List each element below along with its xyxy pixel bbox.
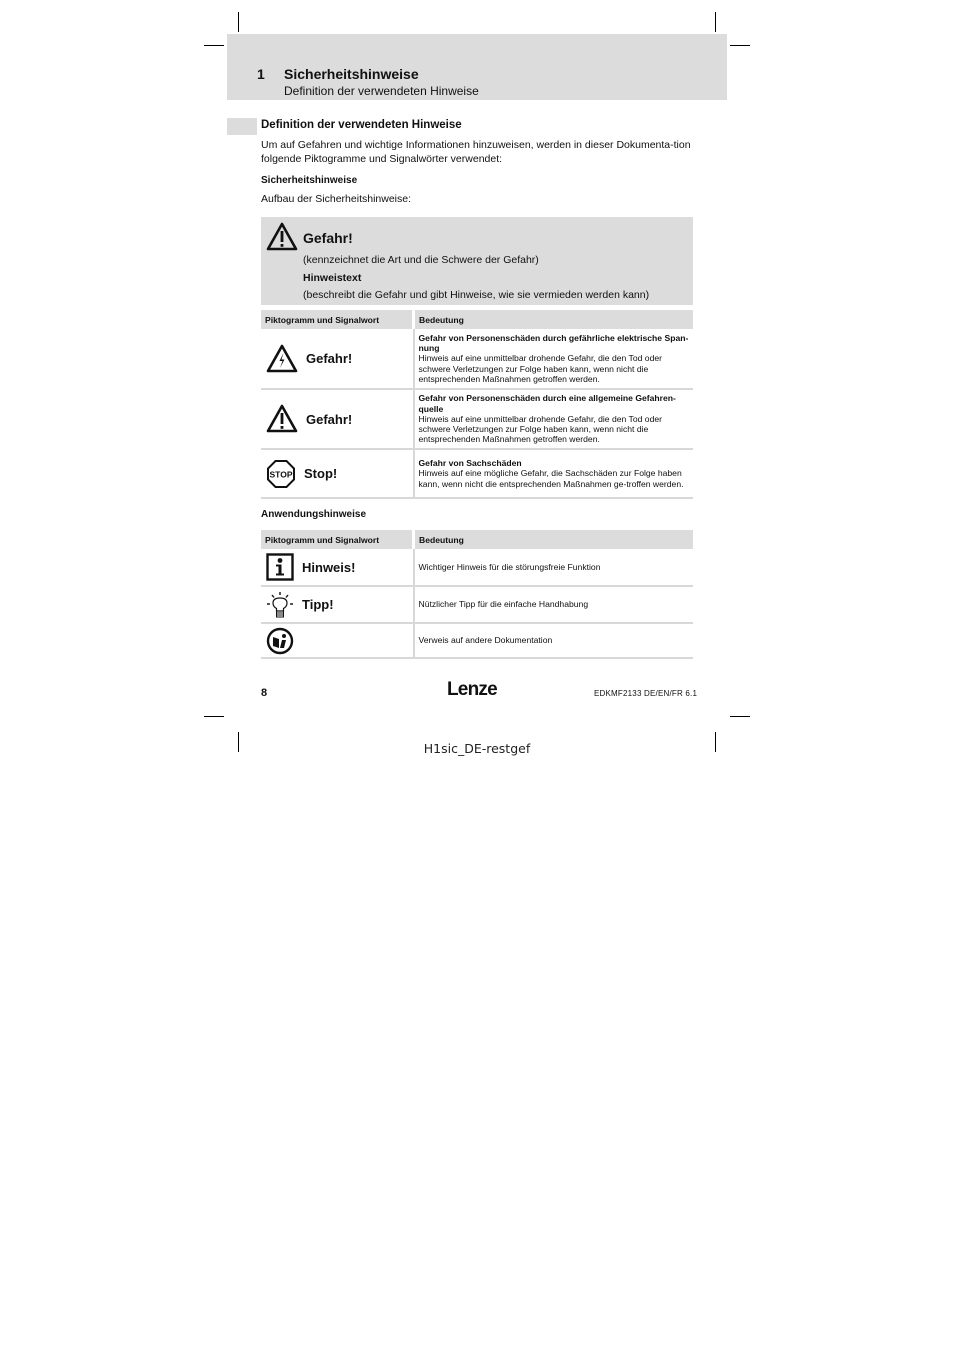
crop-mark bbox=[715, 12, 716, 32]
crop-mark bbox=[730, 45, 750, 46]
note-text-description: (beschreibt die Gefahr und gibt Hinweise… bbox=[303, 289, 650, 301]
document-id: EDKMF2133 DE/EN/FR 6.1 bbox=[594, 689, 698, 698]
hazard-description: Hinweis auf eine mögliche Gefahr, die Sa… bbox=[418, 468, 684, 489]
safety-note-template: Gefahr! (kennzeichnet die Art und die Sc… bbox=[261, 217, 693, 305]
note-description: Verweis auf andere Dokumentation bbox=[413, 623, 693, 659]
table-row: STOP Stop! Gefahr von Sachschäden Hinwei… bbox=[261, 449, 693, 499]
note-description: Wichtiger Hinweis für die störungsfreie … bbox=[413, 549, 693, 587]
column-header: Piktogramm und Signalwort bbox=[261, 310, 415, 329]
table-row: Gefahr! Gefahr von Personenschäden durch… bbox=[261, 329, 693, 390]
chapter-title: Sicherheitshinweise bbox=[284, 66, 419, 82]
stop-sign-text: STOP bbox=[270, 469, 293, 479]
table-row: Hinweis! Wichtiger Hinweis für die störu… bbox=[261, 549, 693, 587]
safety-heading: Sicherheitshinweise bbox=[261, 175, 358, 186]
section-title: Definition der verwendeten Hinweise bbox=[261, 119, 462, 131]
safety-notes-table: Piktogramm und Signalwort Bedeutung Gefa… bbox=[261, 310, 693, 499]
signal-word: Hinweis! bbox=[302, 559, 356, 575]
column-header: Bedeutung bbox=[413, 530, 693, 549]
crop-mark bbox=[204, 716, 224, 717]
application-notes-table: Piktogramm und Signalwort Bedeutung Hinw… bbox=[261, 530, 693, 659]
application-heading: Anwendungshinweise bbox=[261, 509, 367, 520]
intro-paragraph: Um auf Gefahren und wichtige Information… bbox=[261, 139, 691, 165]
hazard-title: Gefahr von Personenschäden durch eine al… bbox=[418, 393, 676, 414]
note-text-label: Hinweistext bbox=[303, 272, 362, 284]
signal-word: Gefahr! bbox=[303, 230, 353, 246]
signal-word-description: (kennzeichnet die Art und die Schwere de… bbox=[303, 254, 539, 266]
chapter-subtitle: Definition der verwendeten Hinweise bbox=[284, 84, 479, 98]
general-hazard-icon bbox=[266, 404, 298, 433]
lightbulb-icon bbox=[267, 591, 293, 617]
info-icon bbox=[266, 553, 294, 581]
hazard-description: Hinweis auf eine unmittelbar drohende Ge… bbox=[418, 413, 663, 445]
signal-word: Gefahr! bbox=[306, 351, 353, 366]
column-header: Bedeutung bbox=[413, 310, 693, 329]
signal-word: Stop! bbox=[304, 466, 338, 481]
file-label: H1sic_DE-restgef bbox=[423, 741, 531, 756]
note-description: Nützlicher Tipp für die einfache Handhab… bbox=[413, 586, 693, 624]
page-number: 8 bbox=[261, 687, 268, 699]
section-marker bbox=[227, 118, 257, 135]
signal-word: Tipp! bbox=[302, 597, 334, 612]
crop-mark bbox=[730, 716, 750, 717]
stop-sign-icon: STOP bbox=[267, 459, 295, 488]
electric-hazard-icon bbox=[266, 344, 298, 372]
table-row: Gefahr! Gefahr von Personenschäden durch… bbox=[261, 389, 693, 450]
lenze-logo: Lenze bbox=[447, 679, 498, 700]
crop-mark bbox=[204, 45, 224, 46]
hazard-description: Hinweis auf eine unmittelbar drohende Ge… bbox=[418, 353, 663, 384]
safety-intro: Aufbau der Sicherheitshinweise: bbox=[261, 193, 412, 205]
table-row: Tipp! Nützlicher Tipp für die einfache H… bbox=[261, 586, 693, 624]
column-header: Piktogramm und Signalwort bbox=[261, 530, 415, 549]
signal-word: Gefahr! bbox=[306, 411, 353, 427]
hazard-title: Gefahr von Sachschäden bbox=[418, 458, 522, 469]
table-row: Verweis auf andere Dokumentation bbox=[261, 623, 693, 659]
document-reference-icon bbox=[266, 627, 294, 654]
warning-triangle-icon bbox=[266, 222, 298, 251]
hazard-title: Gefahr von Personenschäden durch gefährl… bbox=[418, 332, 689, 354]
chapter-number: 1 bbox=[257, 66, 265, 82]
crop-mark bbox=[238, 12, 239, 32]
